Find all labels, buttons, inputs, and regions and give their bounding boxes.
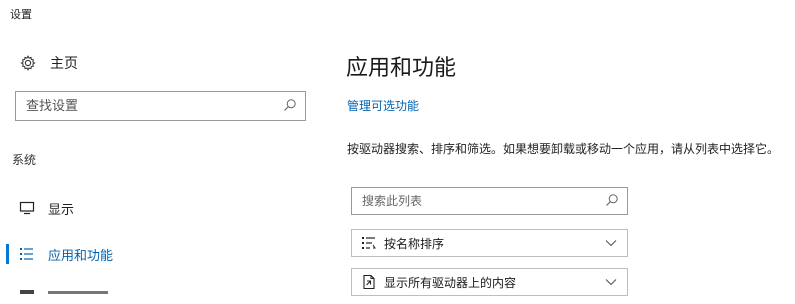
page-description: 按驱动器搜索、排序和筛选。如果想要卸载或移动一个应用，请从列表中选择它。 [347,142,780,156]
sort-dropdown-label: 按名称排序 [384,236,445,251]
chevron-down-icon [605,239,617,247]
sidebar-item-label: 应用和功能 [48,248,114,264]
drive-filter-dropdown[interactable]: 显示所有驱动器上的内容 [351,268,628,296]
drive-filter-label: 显示所有驱动器上的内容 [384,275,517,290]
sidebar-home-label: 主页 [50,56,78,72]
sidebar-item-label: 显示 [48,202,75,218]
settings-search-input[interactable] [26,98,266,114]
sort-icon [360,235,378,251]
app-list-search[interactable] [351,187,628,215]
sidebar-item-display[interactable]: 显示 [0,195,300,221]
gear-icon [20,55,36,71]
drive-icon [360,274,378,290]
sidebar-item-partial[interactable] [0,284,200,304]
sidebar-section-label: 系统 [12,153,37,167]
manage-optional-features-link[interactable]: 管理可选功能 [347,97,419,114]
sidebar-item-apps-features[interactable]: 应用和功能 [0,241,300,267]
partial-icon [20,290,34,294]
monitor-icon [18,200,36,216]
search-icon[interactable] [605,192,619,211]
active-indicator [6,244,9,264]
sidebar-home[interactable]: 主页 [20,52,78,74]
app-list-search-input[interactable] [362,194,582,208]
list-icon [18,246,36,262]
settings-search[interactable] [15,91,306,121]
sort-dropdown[interactable]: 按名称排序 [351,229,628,257]
page-title: 应用和功能 [346,56,457,81]
chevron-down-icon [605,278,617,286]
partial-label [48,291,108,294]
window-title: 设置 [10,8,32,21]
search-icon[interactable] [283,97,297,116]
